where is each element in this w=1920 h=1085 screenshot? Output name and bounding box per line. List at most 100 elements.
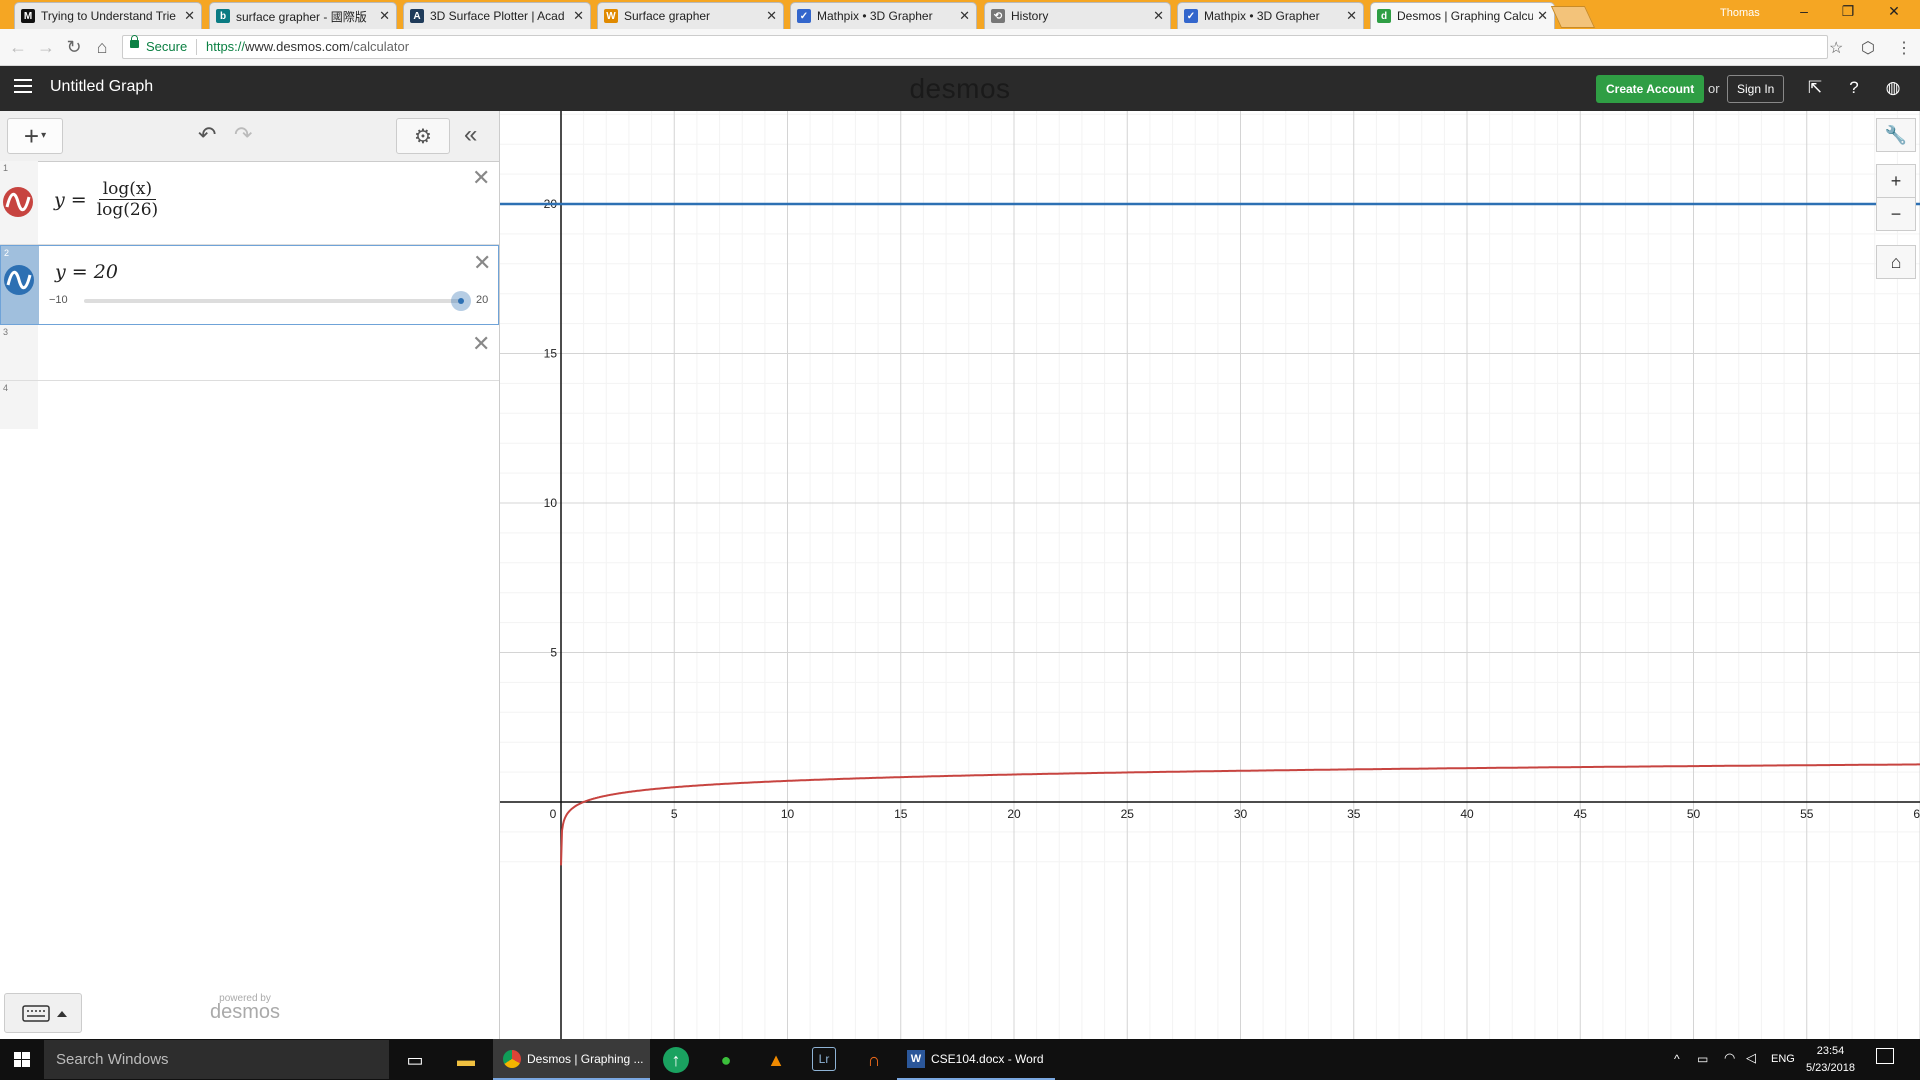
- x-tick-label: 0: [550, 807, 557, 821]
- graph-settings-wrench-icon[interactable]: 🔧: [1876, 118, 1916, 152]
- tab-title: Desmos | Graphing Calcu: [1397, 9, 1534, 23]
- browser-tab[interactable]: d Desmos | Graphing Calcu ✕: [1370, 2, 1555, 29]
- y-tick-label: 10: [544, 496, 558, 510]
- file-explorer-icon[interactable]: ▬: [453, 1047, 479, 1073]
- windows-start-icon[interactable]: [0, 1039, 44, 1080]
- reload-icon[interactable]: ↻: [62, 37, 86, 57]
- lock-icon: [130, 35, 139, 48]
- expression-math[interactable]: y = 20: [55, 261, 118, 283]
- taskbar-chrome-desmos[interactable]: Desmos | Graphing ...: [493, 1039, 650, 1080]
- profile-name[interactable]: Thomas: [1720, 7, 1760, 19]
- language-indicator[interactable]: ENG: [1771, 1053, 1795, 1065]
- x-tick-label: 45: [1574, 807, 1588, 821]
- headphones-app-icon[interactable]: ∩: [861, 1047, 887, 1073]
- slider-handle[interactable]: [451, 291, 471, 311]
- home-icon[interactable]: ⌂: [90, 37, 114, 57]
- x-tick-label: 55: [1800, 807, 1814, 821]
- url-scheme: https://: [206, 39, 246, 54]
- graph-color-icon[interactable]: [3, 187, 33, 217]
- close-window-icon[interactable]: ✕: [1876, 3, 1912, 20]
- taskbar-word[interactable]: W CSE104.docx - Word: [897, 1039, 1055, 1080]
- app-icon[interactable]: ↑: [663, 1047, 689, 1073]
- create-account-button[interactable]: Create Account: [1596, 75, 1705, 103]
- tab-close-icon[interactable]: ✕: [1153, 8, 1164, 24]
- expression-lhs: y =: [54, 188, 87, 211]
- battery-icon[interactable]: ▭: [1697, 1052, 1708, 1066]
- x-tick-label: 50: [1687, 807, 1701, 821]
- bookmark-star-icon[interactable]: ☆: [1829, 38, 1843, 58]
- zoom-in-icon[interactable]: +: [1876, 164, 1916, 198]
- url-host: www.desmos.com: [245, 39, 350, 54]
- clock-date: 5/23/2018: [1806, 1062, 1855, 1074]
- delete-expression-icon[interactable]: ✕: [472, 167, 490, 189]
- tab-title: Mathpix • 3D Grapher: [817, 9, 933, 23]
- zoom-out-icon[interactable]: −: [1876, 197, 1916, 231]
- word-icon: W: [907, 1049, 925, 1068]
- tab-close-icon[interactable]: ✕: [1346, 8, 1357, 24]
- tab-close-icon[interactable]: ✕: [1537, 8, 1548, 24]
- slider-min-label[interactable]: −10: [49, 294, 68, 306]
- tab-favicon-icon: A: [410, 9, 424, 23]
- tab-close-icon[interactable]: ✕: [766, 8, 777, 24]
- expression-row-2[interactable]: 2 y = 20 −10 20 ✕: [0, 245, 499, 325]
- tab-close-icon[interactable]: ✕: [573, 8, 584, 24]
- browser-tab[interactable]: A 3D Surface Plotter | Acad ✕: [403, 2, 591, 29]
- restore-icon[interactable]: ❐: [1830, 3, 1866, 20]
- url-text[interactable]: https://www.desmos.com/calculator: [206, 39, 409, 54]
- redo-icon[interactable]: ↷: [234, 122, 252, 148]
- expression-index: 2: [4, 248, 10, 258]
- browser-tab[interactable]: ⟲ History ✕: [984, 2, 1171, 29]
- expression-index: 1: [3, 163, 9, 173]
- share-icon[interactable]: ⇱: [1804, 78, 1826, 98]
- keyboard-toggle-button[interactable]: [4, 993, 82, 1033]
- y-tick-label: 5: [550, 646, 557, 660]
- extension-icon[interactable]: ⬡: [1861, 38, 1875, 58]
- graph-canvas[interactable]: 0510152025303540455055605101520: [500, 111, 1920, 1039]
- slider-track[interactable]: [84, 299, 460, 303]
- delete-expression-icon[interactable]: ✕: [472, 333, 490, 355]
- expression-math[interactable]: y = log(x) log(26): [54, 179, 162, 220]
- minimize-icon[interactable]: –: [1786, 3, 1822, 19]
- expression-row-4[interactable]: 4: [0, 381, 499, 429]
- tab-close-icon[interactable]: ✕: [959, 8, 970, 24]
- volume-icon[interactable]: ◁: [1746, 1050, 1756, 1066]
- tab-favicon-icon: ✓: [797, 9, 811, 23]
- browser-tab[interactable]: ✓ Mathpix • 3D Grapher ✕: [790, 2, 977, 29]
- add-item-button[interactable]: + ▾: [7, 118, 63, 154]
- graph-color-icon[interactable]: [4, 265, 34, 295]
- browser-tab[interactable]: ✓ Mathpix • 3D Grapher ✕: [1177, 2, 1364, 29]
- browser-tab[interactable]: b surface grapher - 國際版 ✕: [209, 2, 397, 29]
- x-tick-label: 60: [1913, 807, 1920, 821]
- action-center-icon[interactable]: [1876, 1048, 1894, 1064]
- undo-icon[interactable]: ↶: [198, 122, 216, 148]
- tab-title: Mathpix • 3D Grapher: [1204, 9, 1320, 23]
- wifi-icon[interactable]: ◠: [1724, 1050, 1735, 1066]
- tab-close-icon[interactable]: ✕: [379, 8, 390, 24]
- lightroom-icon[interactable]: Lr: [812, 1047, 836, 1071]
- settings-gear-icon[interactable]: ⚙: [396, 118, 450, 154]
- tab-favicon-icon: ⟲: [991, 9, 1005, 23]
- help-icon[interactable]: ?: [1843, 78, 1865, 98]
- slider-max-label[interactable]: 20: [476, 294, 488, 306]
- tab-close-icon[interactable]: ✕: [184, 8, 195, 24]
- tab-favicon-icon: W: [604, 9, 618, 23]
- expression-row-1[interactable]: 1 y = log(x) log(26) ✕: [0, 161, 499, 245]
- browser-tab[interactable]: M Trying to Understand Trie ✕: [14, 2, 202, 29]
- expression-row-3[interactable]: 3 ✕: [0, 325, 499, 381]
- sign-in-button[interactable]: Sign In: [1727, 75, 1785, 103]
- forward-icon[interactable]: →: [34, 37, 58, 57]
- tray-chevron-icon[interactable]: ^: [1674, 1052, 1680, 1066]
- more-icon[interactable]: ⋮: [1896, 38, 1912, 58]
- vlc-icon[interactable]: ▲: [763, 1047, 789, 1073]
- default-viewport-home-icon[interactable]: ⌂: [1876, 245, 1916, 279]
- language-globe-icon[interactable]: ◍: [1882, 78, 1904, 98]
- system-clock[interactable]: 23:54 5/23/2018: [1806, 1043, 1855, 1077]
- browser-tab[interactable]: W Surface grapher ✕: [597, 2, 784, 29]
- back-icon[interactable]: ←: [6, 37, 30, 57]
- task-view-icon[interactable]: ▭: [402, 1047, 428, 1073]
- collapse-panel-icon[interactable]: «: [464, 121, 477, 149]
- wechat-icon[interactable]: ●: [713, 1047, 739, 1073]
- tab-favicon-icon: d: [1377, 9, 1391, 23]
- delete-expression-icon[interactable]: ✕: [473, 252, 491, 274]
- secure-label: Secure: [146, 39, 188, 54]
